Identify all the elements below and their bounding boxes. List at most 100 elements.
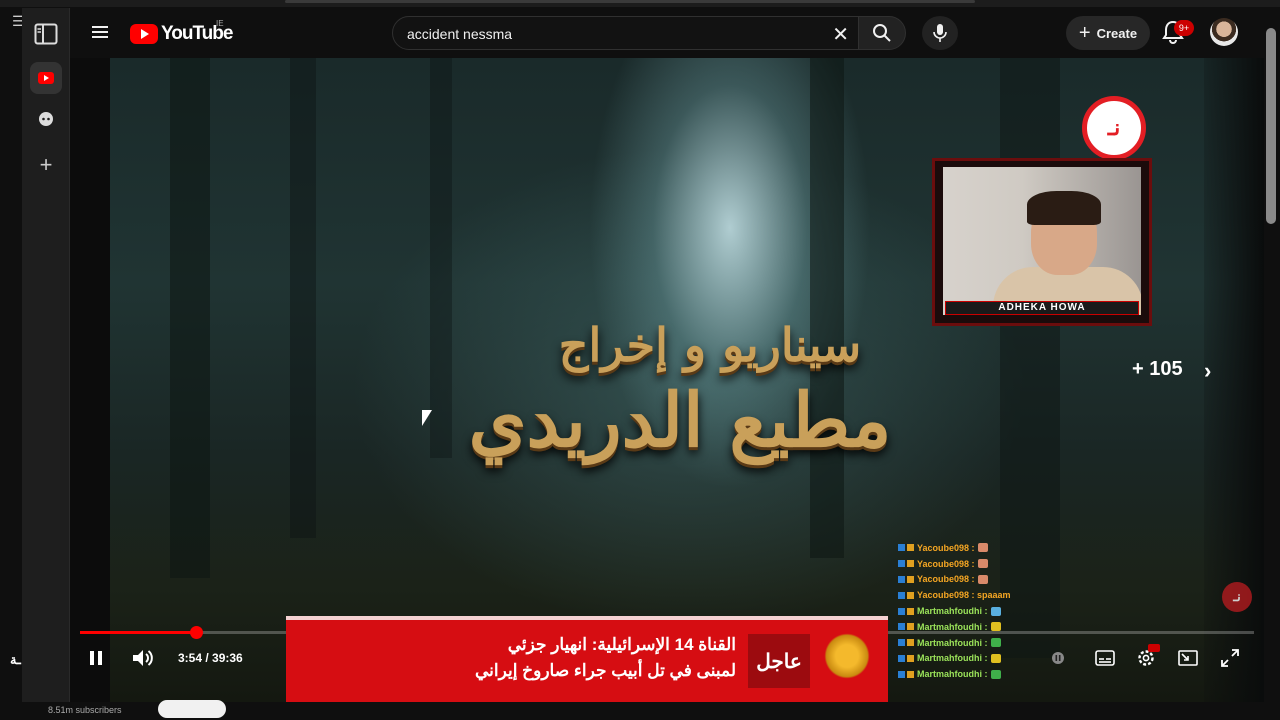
chat-message: Yacoube098 : xyxy=(898,540,1058,556)
chat-text: Martmahfoudhi : xyxy=(917,637,988,648)
youtube-play-icon xyxy=(130,24,158,44)
country-code: IE xyxy=(216,19,224,28)
chat-badge-icon xyxy=(898,654,905,662)
chat-message: Martmahfoudhi : xyxy=(898,651,1058,667)
chat-badge-icon xyxy=(898,544,905,552)
chat-message: Martmahfoudhi : xyxy=(898,635,1058,651)
ticker-text: القناة 14 الإسرائيلية: انهيار جزئي لمبنى… xyxy=(296,632,736,684)
chat-text: Yacoube098 : xyxy=(917,542,975,553)
volume-button[interactable] xyxy=(130,646,156,670)
webcam-feed xyxy=(943,167,1141,315)
news-ticker: القناة 14 الإسرائيلية: انهيار جزئي لمبنى… xyxy=(286,616,888,702)
chat-message: Yacoube098 : xyxy=(898,556,1058,572)
chat-badge-icon xyxy=(907,544,914,552)
volume-icon xyxy=(133,650,153,666)
video-title-overlay: سيناريو و إخراج مطيع الدريدي xyxy=(370,318,990,464)
miniplayer-button[interactable] xyxy=(1176,646,1200,670)
chat-text: Martmahfoudhi : xyxy=(917,606,988,617)
aljazeera-logo-icon xyxy=(822,628,872,684)
chevron-right-icon[interactable]: › xyxy=(1204,358,1211,384)
chat-badge-icon xyxy=(907,654,914,662)
chat-badge-icon xyxy=(907,670,914,678)
chat-badge-icon xyxy=(898,639,905,647)
progress-knob[interactable] xyxy=(189,626,203,639)
autoplay-icon xyxy=(1052,652,1064,664)
youtube-logo[interactable]: YouTube IE xyxy=(130,19,233,46)
chat-emoji-icon xyxy=(990,606,1001,616)
chat-message: Yacoube098 : spaaam xyxy=(898,587,1058,603)
chat-text: Yacoube098 : xyxy=(917,558,975,569)
avatar[interactable] xyxy=(1210,18,1238,46)
chat-text: Martmahfoudhi : xyxy=(917,669,988,680)
chat-text: Yacoube098 : xyxy=(917,574,975,585)
chat-message: Yacoube098 : xyxy=(898,572,1058,588)
autoplay-toggle[interactable] xyxy=(1048,646,1068,670)
chat-text: Martmahfoudhi : xyxy=(917,653,988,664)
streamer-webcam: ADHEKA HOWA xyxy=(932,158,1152,326)
voice-search-button[interactable] xyxy=(922,16,958,50)
chat-emoji-icon xyxy=(990,638,1001,648)
more-count[interactable]: + 105 xyxy=(1132,358,1183,381)
browser-side-panel: + xyxy=(22,8,70,702)
panel-icon[interactable] xyxy=(30,18,62,50)
channel-logo: نـ xyxy=(1082,96,1146,160)
ticker-line-1: القناة 14 الإسرائيلية: انهيار جزئي xyxy=(507,635,736,654)
subtitles-button[interactable] xyxy=(1094,646,1116,670)
video-player[interactable]: سيناريو و إخراج مطيع الدريدي نـ ADHEKA H… xyxy=(70,58,1264,702)
title-line-2: مطيع الدريدي xyxy=(468,378,892,464)
ticker-line-2: لمبنى في تل أبيب جراء صاروخ إيراني xyxy=(474,661,736,680)
search-input[interactable]: accident nessma xyxy=(407,26,512,42)
progress-fill xyxy=(80,631,196,634)
ticker-stripe xyxy=(286,616,888,620)
add-icon[interactable]: + xyxy=(30,149,62,181)
pause-button[interactable] xyxy=(84,646,108,670)
miniplayer-icon xyxy=(1178,650,1198,666)
chat-badge-icon xyxy=(907,575,914,583)
chat-message: Martmahfoudhi : xyxy=(898,603,1058,619)
browser-scroll-track xyxy=(0,0,1280,7)
chat-badge-icon xyxy=(898,560,905,568)
watermark-logo: نـ xyxy=(1222,582,1252,612)
subscriber-count: 8.51m subscribers xyxy=(48,705,122,715)
mic-icon xyxy=(933,24,947,42)
create-label: Create xyxy=(1096,25,1138,41)
search-box[interactable]: accident nessma ✕ xyxy=(392,16,862,50)
chat-badge-icon xyxy=(898,623,905,631)
streamer-hair xyxy=(1027,191,1101,225)
chat-badge-icon xyxy=(907,639,914,647)
chat-badge-icon xyxy=(907,591,914,599)
create-button[interactable]: + Create xyxy=(1066,16,1150,50)
notifications-badge: 9+ xyxy=(1174,20,1194,36)
settings-button[interactable] xyxy=(1134,644,1160,670)
youtube-app-icon[interactable] xyxy=(30,62,62,94)
subtitles-icon xyxy=(1095,650,1115,666)
chat-message: Martmahfoudhi : xyxy=(898,666,1058,682)
chat-badge-icon xyxy=(907,607,914,615)
chat-emoji-icon xyxy=(990,669,1001,679)
channel-edge-icon[interactable]: ـة xyxy=(10,652,21,668)
guide-menu-icon[interactable] xyxy=(88,20,112,44)
chat-badge-icon xyxy=(907,560,914,568)
clear-search-icon[interactable]: ✕ xyxy=(832,22,849,47)
chat-emoji-icon xyxy=(977,559,988,569)
letterbox-left xyxy=(70,58,110,702)
breaking-tag: عاجل xyxy=(748,634,810,688)
search-icon xyxy=(873,24,891,42)
tree-trunk xyxy=(170,58,210,578)
fullscreen-button[interactable] xyxy=(1218,646,1242,670)
fullscreen-icon xyxy=(1221,649,1239,667)
game-icon[interactable] xyxy=(30,103,62,135)
subscribe-button[interactable] xyxy=(158,700,226,718)
chat-overlay: Yacoube098 : Yacoube098 : Yacoube098 : Y… xyxy=(898,540,1058,682)
time-display: 3:54 / 39:36 xyxy=(178,651,243,665)
chat-emoji-icon xyxy=(990,653,1001,663)
search-button[interactable] xyxy=(858,16,906,50)
browser-scroll-thumb[interactable] xyxy=(285,0,975,3)
chat-text: Yacoube098 : spaaam xyxy=(917,590,1011,601)
pause-icon xyxy=(90,651,102,665)
page-scrollbar[interactable] xyxy=(1266,28,1276,224)
streamer-label: ADHEKA HOWA xyxy=(945,301,1139,315)
chat-badge-icon xyxy=(898,591,905,599)
chat-badge-icon xyxy=(907,623,914,631)
chat-emoji-icon xyxy=(977,543,988,553)
